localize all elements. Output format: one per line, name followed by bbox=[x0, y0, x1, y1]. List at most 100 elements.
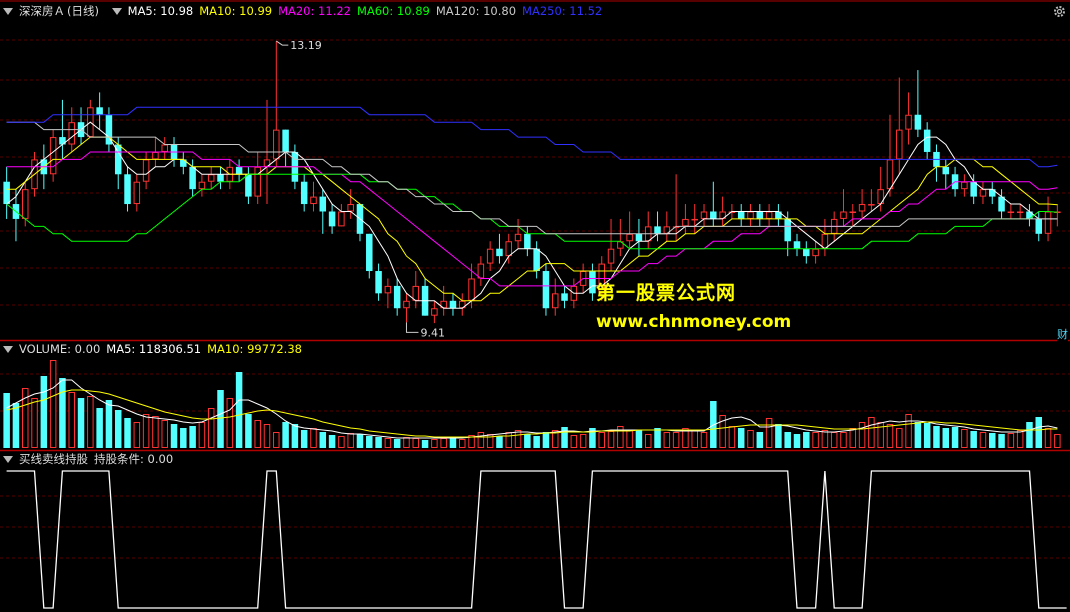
volume-bar-down bbox=[245, 414, 252, 448]
ma-legend-item: MA10: 10.99 bbox=[199, 4, 273, 18]
volume-bar-down bbox=[756, 432, 764, 448]
high-leader bbox=[276, 40, 289, 46]
candle-body-down bbox=[524, 233, 531, 249]
candle-body-down bbox=[319, 196, 327, 212]
volume-bar-down bbox=[951, 427, 959, 448]
candle-body-up bbox=[505, 241, 513, 257]
candle-body-down bbox=[245, 174, 252, 197]
price-pane[interactable] bbox=[3, 41, 1061, 324]
volume-bar-down bbox=[942, 428, 950, 448]
volume-bar-down bbox=[1026, 422, 1033, 448]
volume-bar-down bbox=[1035, 417, 1043, 448]
volume-bar-down bbox=[775, 424, 782, 448]
volume-bar-up bbox=[254, 420, 261, 448]
candle-body-up bbox=[905, 114, 912, 130]
candle-body-up bbox=[700, 211, 708, 219]
volume-bar-down bbox=[793, 434, 801, 448]
ma-legend-item: MA250: 11.52 bbox=[522, 4, 603, 18]
candle-body-up bbox=[626, 233, 633, 242]
volume-bar-up bbox=[68, 392, 75, 448]
ma-legend-item: MA120: 10.80 bbox=[435, 4, 517, 18]
volume-bar-down bbox=[77, 398, 85, 448]
stock-chart[interactable]: 13.19 9.41 bbox=[0, 0, 1070, 612]
candle-body-down bbox=[533, 248, 540, 272]
candle-body-down bbox=[328, 211, 336, 227]
candle-body-up bbox=[551, 293, 559, 309]
volume-bar-up bbox=[896, 428, 903, 448]
volume-bar-up bbox=[728, 426, 736, 448]
candle-body-up bbox=[49, 137, 57, 175]
volume-bar-down bbox=[803, 432, 810, 448]
volume-bar-up bbox=[1016, 430, 1024, 448]
volume-bar-up bbox=[849, 428, 857, 448]
volume-bar-up bbox=[858, 422, 866, 448]
volume-bar-down bbox=[105, 400, 113, 448]
vol-ma5-label: MA5: 118306.51 bbox=[106, 342, 202, 356]
volume-bar-up bbox=[979, 432, 987, 448]
volume-bar-down bbox=[96, 408, 103, 448]
candle-body-up bbox=[161, 144, 168, 152]
volume-bar-down bbox=[998, 434, 1005, 448]
collapse-icon[interactable] bbox=[3, 8, 13, 15]
volume-bar-up bbox=[1054, 434, 1061, 448]
volume-bar-up bbox=[459, 439, 466, 448]
volume-bar-down bbox=[393, 439, 401, 448]
candle-body-up bbox=[310, 196, 317, 205]
candle-body-down bbox=[496, 248, 503, 257]
grid-lines bbox=[0, 0, 1070, 559]
candle-body-up bbox=[747, 211, 754, 219]
volume-bar-up bbox=[886, 424, 894, 448]
collapse-icon[interactable] bbox=[3, 456, 13, 463]
volume-bar-down bbox=[282, 422, 289, 448]
candle-body-down bbox=[989, 189, 996, 197]
volume-bar-up bbox=[226, 398, 234, 448]
volume-bar-down bbox=[561, 427, 568, 448]
volume-bar-down bbox=[291, 424, 299, 448]
low-price-label: 9.41 bbox=[420, 326, 445, 339]
candle-body-up bbox=[431, 308, 438, 316]
volume-bar-up bbox=[821, 430, 829, 448]
candle-body-down bbox=[59, 137, 66, 145]
indicator-pane[interactable] bbox=[6, 470, 1067, 609]
low-leader bbox=[405, 322, 419, 333]
candle-body-up bbox=[152, 151, 159, 160]
volume-bar-up bbox=[477, 432, 485, 448]
candle-body-up bbox=[21, 189, 29, 219]
volume-bar-up bbox=[961, 429, 968, 448]
candle-body-down bbox=[282, 129, 289, 152]
volume-bar-up bbox=[868, 417, 875, 448]
volume-bar-down bbox=[189, 426, 196, 448]
volume-bar-up bbox=[812, 432, 819, 448]
volume-bar-up bbox=[607, 431, 615, 448]
volume-bar-up bbox=[505, 432, 513, 448]
ma-legend: MA5: 10.98 MA10: 10.99 MA20: 11.22 MA60: 10… bbox=[128, 4, 609, 18]
volume-bar-up bbox=[1007, 433, 1015, 448]
candle-body-down bbox=[923, 129, 931, 152]
volume-bar-down bbox=[496, 436, 503, 448]
gear-icon[interactable] bbox=[1053, 5, 1066, 18]
dropdown-icon[interactable] bbox=[111, 8, 122, 15]
volume-bar-down bbox=[524, 434, 531, 448]
volume-bar-up bbox=[133, 422, 141, 448]
finance-tab[interactable]: 财 bbox=[1057, 326, 1068, 342]
volume-bar-down bbox=[923, 423, 931, 448]
candle-body-down bbox=[914, 114, 922, 130]
candle-body-up bbox=[477, 263, 485, 279]
volume-bar-down bbox=[421, 440, 429, 448]
volume-bar-down bbox=[124, 418, 131, 448]
candle-body-up bbox=[896, 129, 903, 160]
candle-body-down bbox=[393, 285, 401, 309]
volume-bar-up bbox=[691, 430, 698, 448]
candle-body-down bbox=[775, 211, 782, 219]
volume-bar-up bbox=[431, 439, 438, 448]
volume-bar-down bbox=[375, 437, 382, 448]
volume-bar-up bbox=[579, 434, 587, 448]
candle-body-down bbox=[654, 226, 661, 234]
volume-bar-up bbox=[672, 432, 680, 448]
volume-bar-up bbox=[570, 435, 578, 448]
volume-bar-down bbox=[542, 432, 550, 448]
candle-body-up bbox=[142, 159, 150, 182]
watermark-url: www.chnmoney.com bbox=[596, 312, 792, 332]
collapse-icon[interactable] bbox=[3, 346, 13, 353]
volume-bar-up bbox=[877, 422, 884, 448]
